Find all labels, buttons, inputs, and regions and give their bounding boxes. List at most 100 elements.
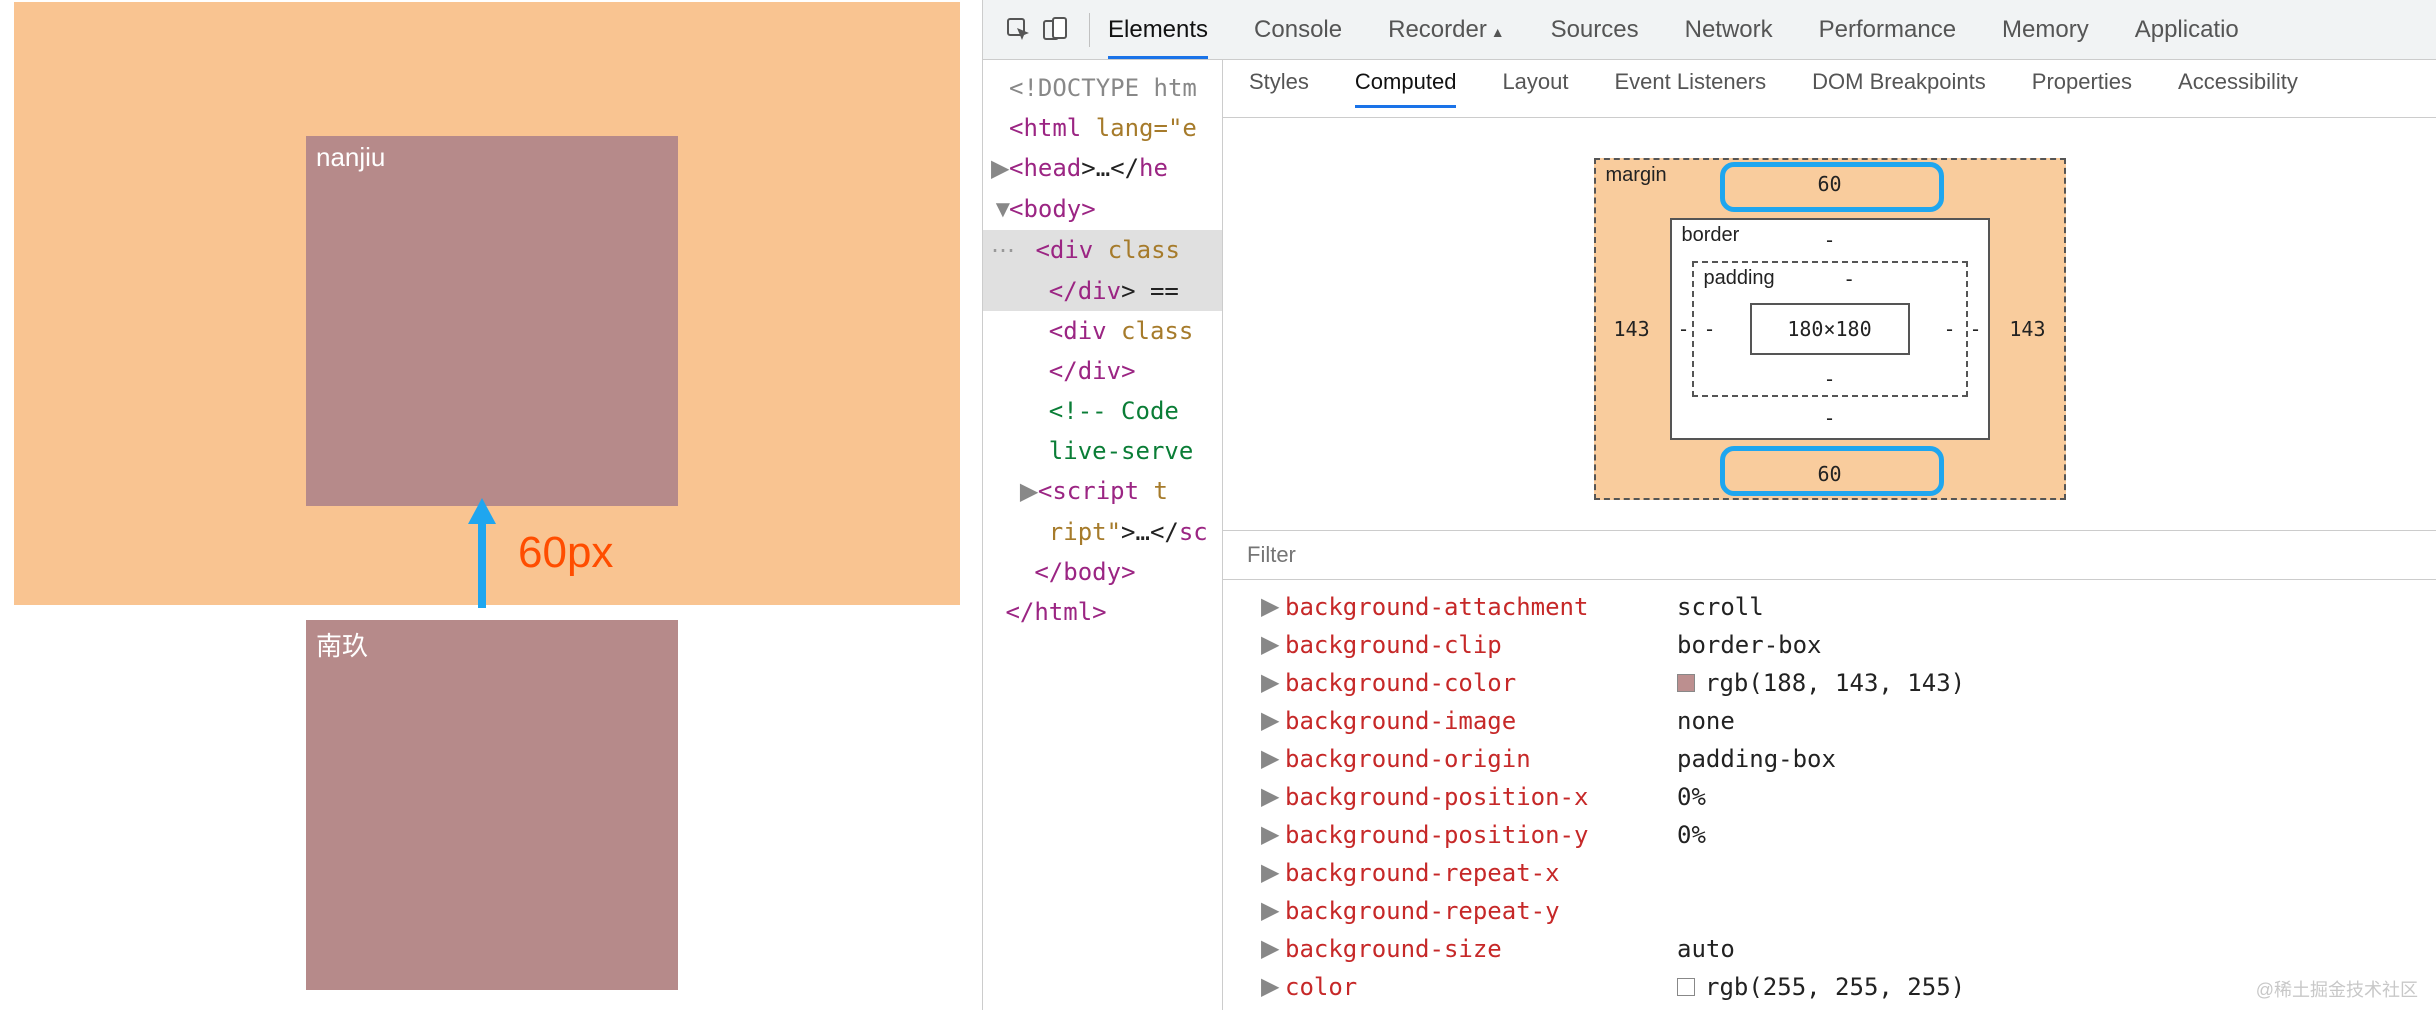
main-tab-console[interactable]: Console	[1254, 16, 1342, 59]
side-panel: Styles Computed Layout Event Listeners DOM B…	[1223, 60, 2436, 1010]
dom-html-open[interactable]: <html lang="e	[983, 108, 1222, 148]
dom-body-open[interactable]: ▼<body>	[983, 189, 1222, 230]
arrow-up-icon	[462, 498, 502, 608]
box-model-border[interactable]: border - - - - padding - - -	[1670, 218, 1990, 440]
dom-html-close[interactable]: </html>	[983, 592, 1222, 632]
prop-value: auto	[1677, 930, 1735, 968]
prop-color[interactable]: ▶colorrgb(255, 255, 255)	[1261, 968, 2398, 1006]
prop-background-clip[interactable]: ▶background-clipborder-box	[1261, 626, 2398, 664]
expand-icon[interactable]: ▶	[1261, 778, 1285, 816]
side-tab-layout[interactable]: Layout	[1502, 69, 1568, 108]
side-tab-styles[interactable]: Styles	[1249, 69, 1309, 108]
box-model-content[interactable]: 180×180	[1750, 303, 1910, 355]
expand-icon[interactable]: ▶	[1261, 930, 1285, 968]
margin-annotation-label: 60px	[518, 528, 613, 578]
dom-div1-close[interactable]: </div> ==	[983, 271, 1222, 311]
margin-annotation: 60px	[462, 498, 613, 608]
main-tabs: Elements Console Recorder ▲ Sources Network P…	[1108, 0, 2239, 59]
prop-name: background-attachment	[1285, 588, 1677, 626]
dom-comment-2[interactable]: live-serve	[983, 431, 1222, 471]
prop-value: border-box	[1677, 626, 1822, 664]
main-tab-recorder[interactable]: Recorder ▲	[1388, 16, 1504, 59]
prop-background-position-x[interactable]: ▶background-position-x0%	[1261, 778, 2398, 816]
prop-background-origin[interactable]: ▶background-originpadding-box	[1261, 740, 2398, 778]
device-toggle-icon[interactable]	[1039, 14, 1071, 46]
side-tab-computed[interactable]: Computed	[1355, 69, 1457, 108]
prop-name: background-clip	[1285, 626, 1677, 664]
expand-icon[interactable]: ▶	[1261, 740, 1285, 778]
preview-box-1: nanjiu	[306, 136, 678, 506]
prop-name: background-size	[1285, 930, 1677, 968]
main-tab-network[interactable]: Network	[1685, 16, 1773, 59]
dom-script-1[interactable]: ▶<script t	[983, 471, 1222, 512]
dom-doctype[interactable]: <!DOCTYPE htm	[983, 68, 1222, 108]
dom-head[interactable]: ▶<head>…</he	[983, 148, 1222, 189]
inspect-icon[interactable]	[1003, 14, 1035, 46]
border-top-val: -	[1823, 228, 1835, 252]
prop-value: rgb(188, 143, 143)	[1677, 664, 1965, 702]
expand-icon[interactable]: ▶	[1261, 588, 1285, 626]
expand-icon[interactable]: ▶	[1261, 854, 1285, 892]
box-model-padding[interactable]: padding - - - - 180×180	[1692, 261, 1968, 397]
box-model-margin[interactable]: margin 60 60 143 143 border - - -	[1594, 158, 2066, 500]
prop-name: background-repeat-y	[1285, 892, 1677, 930]
prop-background-image[interactable]: ▶background-imagenone	[1261, 702, 2398, 740]
prop-name: color	[1285, 968, 1677, 1006]
main-tab-elements[interactable]: Elements	[1108, 16, 1208, 59]
main-tab-sources[interactable]: Sources	[1551, 16, 1639, 59]
preview-box-1-label: nanjiu	[316, 142, 385, 172]
dom-body-close[interactable]: </body>	[983, 552, 1222, 592]
border-left-val: -	[1678, 317, 1690, 341]
border-bottom-val: -	[1823, 406, 1835, 430]
box-model[interactable]: margin 60 60 143 143 border - - -	[1223, 118, 2436, 530]
content-size: 180×180	[1787, 317, 1871, 341]
prop-value: none	[1677, 702, 1735, 740]
preview-box-2-label: 南玖	[316, 631, 368, 661]
prop-name: background-position-y	[1285, 816, 1677, 854]
expand-icon[interactable]: ▶	[1261, 626, 1285, 664]
prop-value: 0%	[1677, 778, 1706, 816]
dom-script-2[interactable]: ript">…</sc	[983, 512, 1222, 552]
dom-tree[interactable]: <!DOCTYPE htm <html lang="e ▶<head>…</he…	[983, 60, 1223, 1010]
prop-name: background-origin	[1285, 740, 1677, 778]
prop-background-repeat-x[interactable]: ▶background-repeat-x	[1261, 854, 2398, 892]
main-tab-memory[interactable]: Memory	[2002, 16, 2089, 59]
prop-value: scroll	[1677, 588, 1764, 626]
prop-value: padding-box	[1677, 740, 1836, 778]
main-tab-performance[interactable]: Performance	[1819, 16, 1956, 59]
side-tab-event-listeners[interactable]: Event Listeners	[1615, 69, 1767, 108]
side-tab-dom-breakpoints[interactable]: DOM Breakpoints	[1812, 69, 1986, 108]
side-tabs: Styles Computed Layout Event Listeners DOM B…	[1223, 60, 2436, 118]
expand-icon[interactable]: ▶	[1261, 664, 1285, 702]
prop-background-position-y[interactable]: ▶background-position-y0%	[1261, 816, 2398, 854]
dom-comment-1[interactable]: <!-- Code	[983, 391, 1222, 431]
expand-icon[interactable]: ▶	[1261, 968, 1285, 1006]
filter-input[interactable]	[1223, 531, 2436, 579]
color-swatch	[1677, 978, 1695, 996]
dom-div1-open[interactable]: ⋯ <div class	[983, 230, 1222, 271]
prop-background-color[interactable]: ▶background-colorrgb(188, 143, 143)	[1261, 664, 2398, 702]
computed-properties[interactable]: ▶background-attachmentscroll▶background-…	[1223, 580, 2436, 1010]
margin-top-val: 60	[1817, 172, 1841, 196]
margin-bottom-val: 60	[1817, 462, 1841, 486]
watermark: @稀土掘金技术社区	[2256, 976, 2418, 1002]
border-right-val: -	[1969, 317, 1981, 341]
filter-row	[1223, 530, 2436, 580]
expand-icon[interactable]: ▶	[1261, 702, 1285, 740]
prop-background-size[interactable]: ▶background-sizeauto	[1261, 930, 2398, 968]
dom-div2-open[interactable]: <div class	[983, 311, 1222, 351]
prop-name: background-repeat-x	[1285, 854, 1677, 892]
main-tab-applicatio[interactable]: Applicatio	[2135, 16, 2239, 59]
side-tab-properties[interactable]: Properties	[2032, 69, 2132, 108]
margin-right-val: 143	[2009, 317, 2045, 341]
prop-background-repeat-y[interactable]: ▶background-repeat-y	[1261, 892, 2398, 930]
margin-left-val: 143	[1614, 317, 1650, 341]
dom-div2-close[interactable]: </div>	[983, 351, 1222, 391]
expand-icon[interactable]: ▶	[1261, 816, 1285, 854]
prop-background-attachment[interactable]: ▶background-attachmentscroll	[1261, 588, 2398, 626]
expand-icon[interactable]: ▶	[1261, 892, 1285, 930]
toolbar-divider	[1089, 13, 1090, 47]
padding-bottom-val: -	[1823, 367, 1835, 391]
padding-right-val: -	[1943, 317, 1955, 341]
side-tab-accessibility[interactable]: Accessibility	[2178, 69, 2298, 108]
